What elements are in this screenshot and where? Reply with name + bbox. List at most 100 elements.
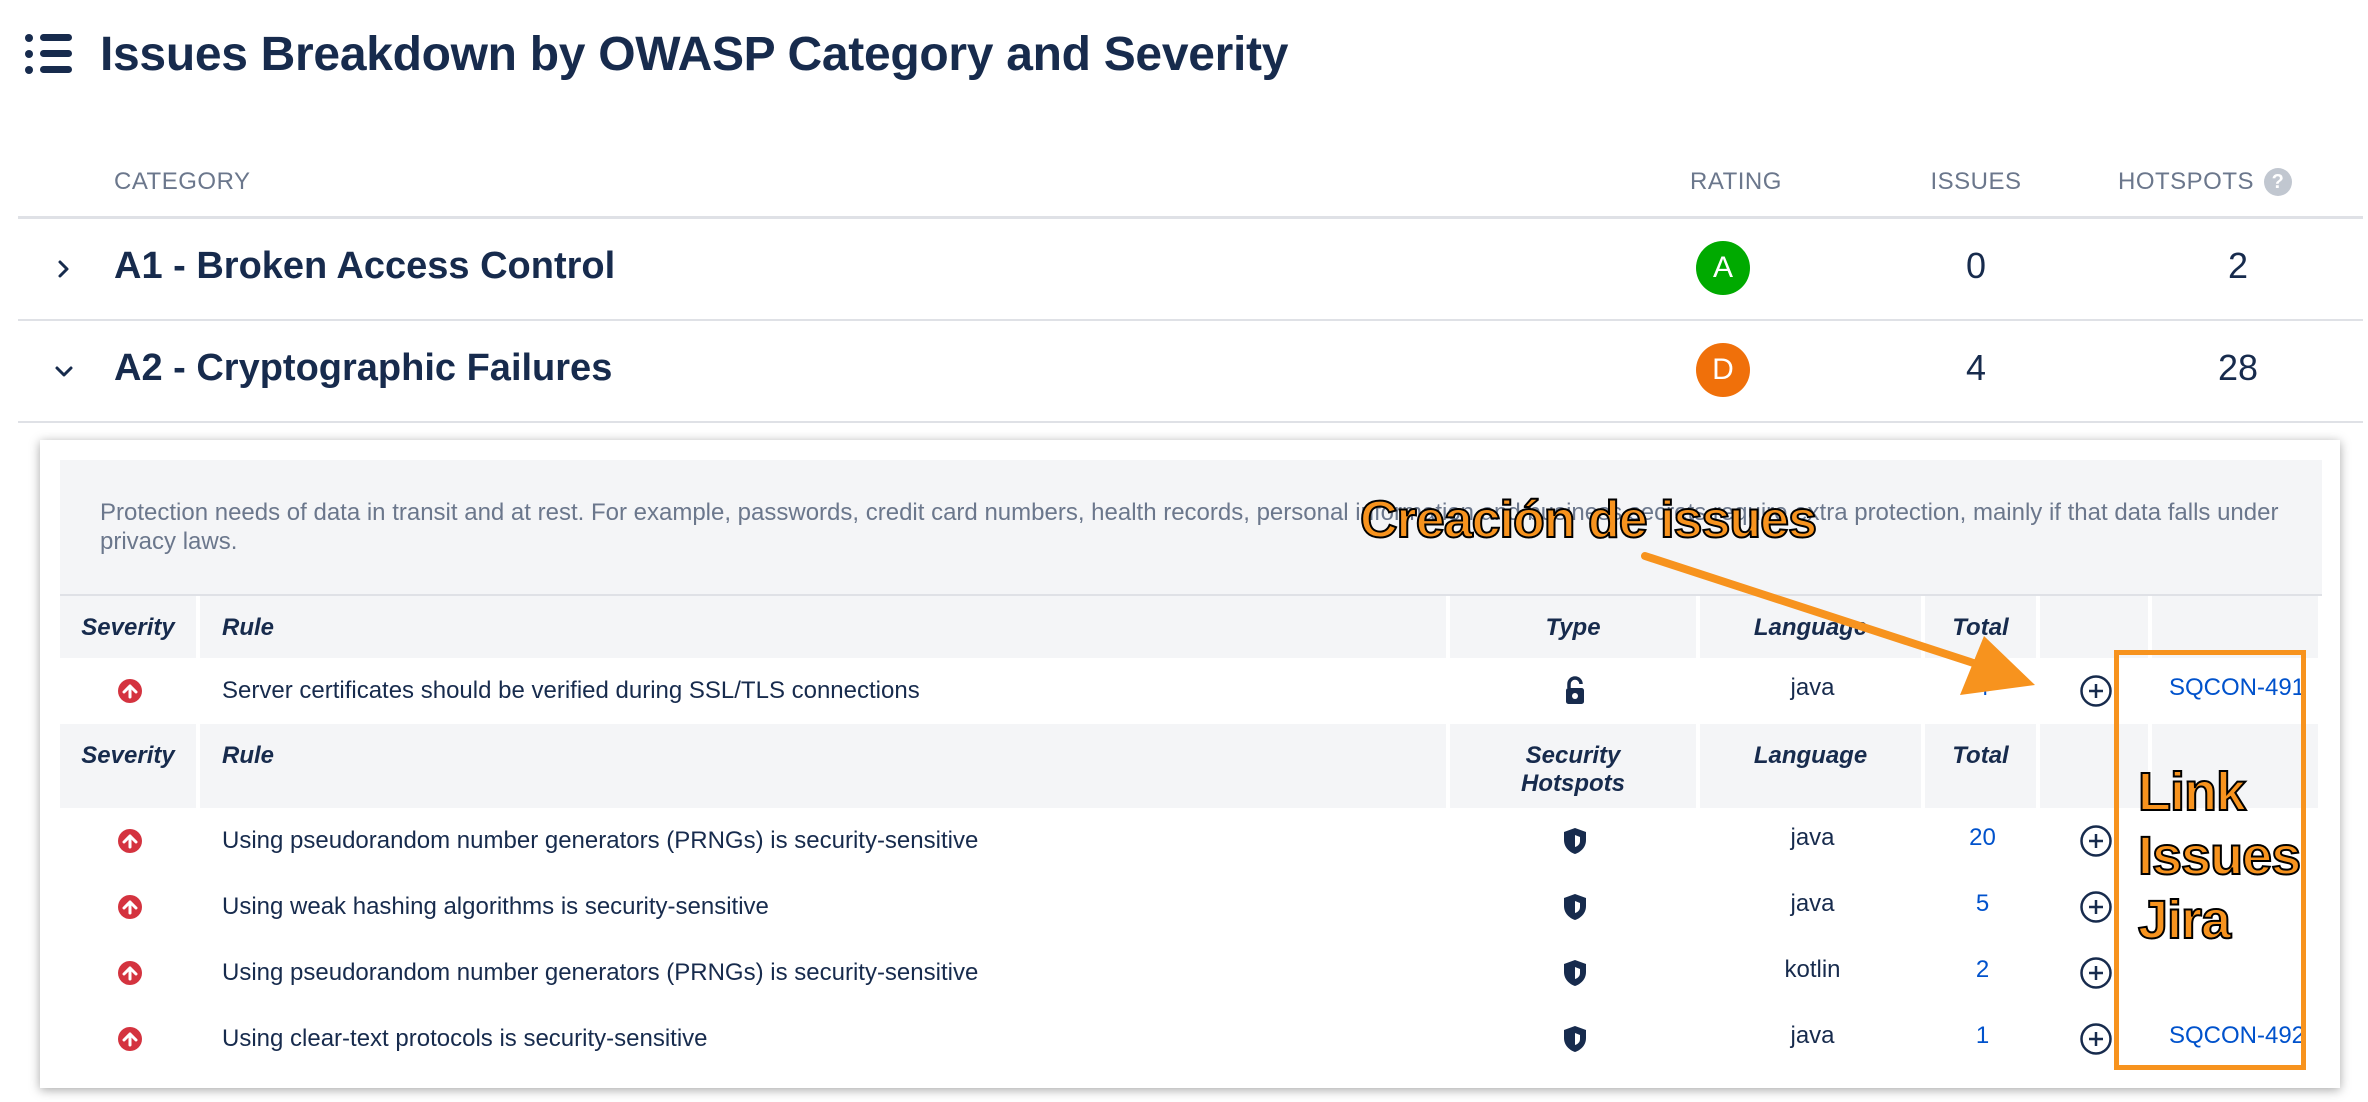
col-type-line2: Hotspots <box>1521 770 1625 797</box>
hotspots-count: 28 <box>2217 347 2259 388</box>
severity-critical-icon <box>118 829 142 853</box>
hotspot-row: Using clear-text protocols is security-s… <box>60 1006 2322 1072</box>
category-description-box: Protection needs of data in transit and … <box>60 460 2322 596</box>
total-link[interactable]: 2 <box>1925 940 2040 1006</box>
shield-icon <box>1564 894 1586 920</box>
total-link-text[interactable]: 5 <box>1976 890 1989 918</box>
language: java <box>1790 674 1835 701</box>
column-header-hotspots: HOTSPOTS ? <box>2118 168 2348 196</box>
create-issue-button[interactable] <box>2079 1022 2113 1056</box>
add-cell <box>2040 874 2152 940</box>
issue-row: Server certificates should be verified d… <box>60 658 2322 724</box>
severity-cell <box>60 808 200 874</box>
column-header-category: CATEGORY <box>114 168 251 195</box>
language: kotlin <box>1784 956 1841 983</box>
create-issue-button[interactable] <box>2079 674 2113 708</box>
hotspots-count: 2 <box>2227 245 2249 286</box>
help-icon[interactable]: ? <box>2264 168 2293 196</box>
total-link-text[interactable]: 20 <box>1969 824 1996 852</box>
add-cell <box>2040 940 2152 1006</box>
col-severity: Severity <box>60 596 200 658</box>
total-link-text[interactable]: 4 <box>1976 674 1989 702</box>
category-row-a2[interactable]: A2 - Cryptographic Failures D 4 28 <box>18 321 2363 423</box>
col-rule: Rule <box>200 724 1450 808</box>
language: java <box>1790 1022 1835 1049</box>
total-link-text[interactable]: 2 <box>1976 956 1989 984</box>
category-table-header: CATEGORY RATING ISSUES HOTSPOTS ? <box>18 150 2363 219</box>
severity-cell <box>60 874 200 940</box>
col-add <box>2040 724 2152 808</box>
add-cell <box>2040 658 2152 724</box>
col-type: Type <box>1450 596 1700 658</box>
category-description: Protection needs of data in transit and … <box>100 499 2279 555</box>
issues-count: 0 <box>1965 245 1987 286</box>
page-header: Issues Breakdown by OWASP Category and S… <box>24 22 1288 86</box>
col-language: Language <box>1700 596 1925 658</box>
type-cell <box>1450 808 1700 874</box>
category-name: A2 - Cryptographic Failures <box>114 347 613 389</box>
category-name: A1 - Broken Access Control <box>114 245 616 287</box>
rating-badge: A <box>1696 241 1750 295</box>
col-type-line1: Security <box>1525 742 1621 769</box>
issues-count: 4 <box>1965 347 1987 388</box>
severity-cell <box>60 658 200 724</box>
jira-callout-line1: Link <box>2137 761 2247 823</box>
issue-creation-callout: Creación de issues <box>1359 490 1818 550</box>
rule-name: Using clear-text protocols is security-s… <box>222 1025 708 1052</box>
category-detail-panel: Protection needs of data in transit and … <box>40 440 2340 1088</box>
severity-critical-icon <box>118 679 142 703</box>
rules-table: Severity Rule Type Language Total Server… <box>60 596 2322 1072</box>
total-link-text[interactable]: 1 <box>1976 1022 1989 1050</box>
severity-critical-icon <box>118 1027 142 1051</box>
hotspot-row: Using pseudorandom number generators (PR… <box>60 940 2322 1006</box>
language: java <box>1790 890 1835 917</box>
column-header-rating: RATING <box>1690 168 1782 195</box>
total-link[interactable]: 1 <box>1925 1006 2040 1072</box>
severity-critical-icon <box>118 895 142 919</box>
rule-name: Using weak hashing algorithms is securit… <box>222 893 769 920</box>
col-language: Language <box>1700 724 1925 808</box>
jira-link-callout: Link Issues Jira <box>2137 760 2308 952</box>
create-issue-button[interactable] <box>2079 956 2113 990</box>
col-total: Total <box>1925 724 2040 808</box>
jira-link-text[interactable]: SQCON-491 <box>2169 674 2305 702</box>
unlock-icon <box>1566 676 1584 704</box>
rule-name: Using pseudorandom number generators (PR… <box>222 827 979 854</box>
severity-cell <box>60 940 200 1006</box>
page-title: Issues Breakdown by OWASP Category and S… <box>100 27 1289 81</box>
jira-link-text[interactable]: SQCON-492 <box>2169 1022 2305 1050</box>
col-security-hotspots: Security Hotspots <box>1450 724 1700 808</box>
add-cell <box>2040 1006 2152 1072</box>
shield-icon <box>1564 828 1586 854</box>
col-severity: Severity <box>60 724 200 808</box>
owasp-category-table: CATEGORY RATING ISSUES HOTSPOTS ? A1 - B… <box>18 150 2363 423</box>
chevron-down-icon[interactable] <box>44 351 84 391</box>
type-cell <box>1450 940 1700 1006</box>
hotspots-header-label: HOTSPOTS <box>2118 168 2255 195</box>
col-add <box>2040 596 2152 658</box>
language: java <box>1790 824 1835 851</box>
rule-name: Using pseudorandom number generators (PR… <box>222 959 979 986</box>
col-rule: Rule <box>200 596 1450 658</box>
create-issue-button[interactable] <box>2079 890 2113 924</box>
total-link[interactable]: 20 <box>1925 808 2040 874</box>
severity-cell <box>60 1006 200 1072</box>
hotspot-row: Using weak hashing algorithms is securit… <box>60 874 2322 940</box>
rating-badge: D <box>1696 343 1750 397</box>
create-issue-button[interactable] <box>2079 824 2113 858</box>
category-row-a1[interactable]: A1 - Broken Access Control A 0 2 <box>18 219 2363 321</box>
jira-link[interactable]: SQCON-492 <box>2152 1006 2322 1072</box>
shield-icon <box>1564 960 1586 986</box>
total-link[interactable]: 4 <box>1925 658 2040 724</box>
total-link[interactable]: 5 <box>1925 874 2040 940</box>
jira-link[interactable]: SQCON-491 <box>2152 658 2322 724</box>
type-cell <box>1450 1006 1700 1072</box>
chevron-right-icon[interactable] <box>44 249 84 289</box>
hotspots-table-header: Severity Rule Security Hotspots Language… <box>60 724 2322 808</box>
column-header-issues: ISSUES <box>1930 168 2022 195</box>
add-cell <box>2040 808 2152 874</box>
jira-callout-line2: Issues <box>2137 825 2302 887</box>
issues-table-header: Severity Rule Type Language Total <box>60 596 2322 658</box>
list-icon[interactable] <box>24 32 74 76</box>
type-cell <box>1450 658 1700 724</box>
